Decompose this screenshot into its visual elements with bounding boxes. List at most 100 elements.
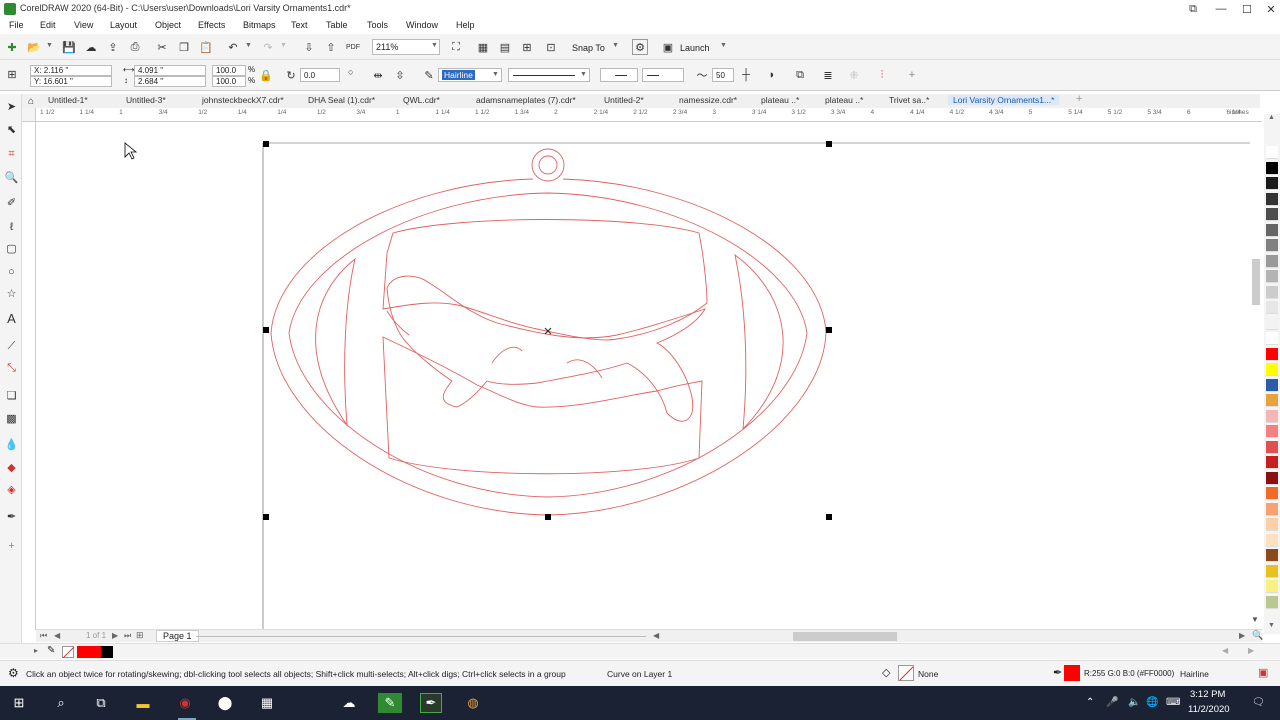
undo-caret-icon[interactable]: ▼ bbox=[245, 42, 252, 49]
scroll-down-icon[interactable]: ▼ bbox=[1251, 615, 1259, 624]
scale-width-field[interactable]: 100.0 bbox=[212, 65, 246, 76]
scale-height-field[interactable]: 100.0 bbox=[212, 76, 246, 87]
menu-tools[interactable]: Tools bbox=[367, 20, 388, 30]
palette-swatch[interactable] bbox=[1266, 409, 1278, 423]
doc-palette-swatch-2[interactable] bbox=[89, 646, 101, 658]
parallel-dimension-tool-icon[interactable]: ⟋ bbox=[3, 338, 20, 355]
menu-window[interactable]: Window bbox=[406, 20, 438, 30]
start-arrowhead-dropdown[interactable] bbox=[600, 68, 638, 82]
palette-scroll-down-icon[interactable]: ▼ bbox=[1268, 622, 1275, 629]
palette-swatch[interactable] bbox=[1266, 192, 1278, 206]
reverse-direction-icon[interactable]: ≣ bbox=[820, 67, 836, 83]
menu-file[interactable]: File bbox=[9, 20, 24, 30]
doc-tab-plateau-2[interactable]: plateau ..* bbox=[825, 95, 863, 105]
fill-bucket-icon[interactable]: ◇ bbox=[882, 666, 890, 679]
doc-palette-scroll-left-icon[interactable]: ◀ bbox=[1222, 646, 1228, 655]
x-position-field[interactable]: X: 2.116 " bbox=[30, 65, 112, 76]
rectangle-tool-icon[interactable]: ▢ bbox=[3, 240, 20, 257]
smoothing-slider-icon[interactable]: ┼ bbox=[738, 67, 754, 83]
launch-caret-icon[interactable]: ▼ bbox=[720, 42, 727, 49]
outline-pen-tool-icon[interactable]: ✒ bbox=[3, 508, 20, 525]
page-nav-prev-icon[interactable]: ◀ bbox=[54, 631, 60, 640]
doc-tab-trivet[interactable]: Trivet sa..* bbox=[889, 95, 929, 105]
palette-swatch[interactable] bbox=[1266, 549, 1278, 562]
menu-effects[interactable]: Effects bbox=[198, 20, 225, 30]
scroll-right-icon[interactable]: ▶ bbox=[1239, 631, 1245, 640]
crop-tool-icon[interactable]: ⌗ bbox=[3, 146, 20, 163]
cut-icon[interactable]: ✂ bbox=[154, 39, 170, 55]
menu-bitmaps[interactable]: Bitmaps bbox=[243, 20, 276, 30]
rotation-angle-field[interactable]: 0.0 bbox=[300, 68, 340, 82]
menu-table[interactable]: Table bbox=[326, 20, 348, 30]
transform-origin-icon[interactable]: ⊞ bbox=[4, 66, 20, 82]
close-curve-icon[interactable]: ◗ bbox=[764, 67, 780, 83]
outline-pen-icon[interactable]: ✎ bbox=[421, 67, 437, 83]
doc-palette-scroll-right-icon[interactable]: ▶ bbox=[1248, 646, 1254, 655]
rotation-icon[interactable]: ↻ bbox=[283, 67, 299, 83]
minimize-button[interactable]: — bbox=[1208, 0, 1234, 18]
open-recent-caret-icon[interactable]: ▼ bbox=[46, 42, 53, 49]
new-document-icon[interactable]: ✚ bbox=[4, 39, 20, 55]
full-screen-icon[interactable]: ⛶ bbox=[448, 39, 464, 55]
launch-label[interactable]: Launch bbox=[680, 43, 710, 53]
zoom-tool-icon[interactable]: 🔍 bbox=[3, 169, 20, 186]
vertical-scrollbar-thumb[interactable] bbox=[1252, 259, 1260, 305]
open-icon[interactable]: 📂 bbox=[26, 39, 42, 55]
keyboard-icon[interactable]: ⌨ bbox=[1166, 697, 1180, 708]
palette-swatch[interactable] bbox=[1266, 487, 1278, 500]
coreldraw-taskbar-icon[interactable]: ◉ bbox=[174, 693, 196, 713]
freehand-tool-icon[interactable]: ✐ bbox=[3, 194, 20, 211]
palette-swatch[interactable] bbox=[1266, 425, 1278, 438]
connector-tool-icon[interactable]: ⤡ bbox=[3, 360, 20, 377]
y-position-field[interactable]: Y: 16.601 " bbox=[30, 76, 112, 87]
show-guidelines-icon[interactable]: ⊞ bbox=[519, 39, 535, 55]
task-view-icon[interactable]: ⧉ bbox=[90, 693, 112, 713]
extract-nodes-icon[interactable]: ⁜ bbox=[846, 67, 862, 83]
maximize-button[interactable]: ☐ bbox=[1234, 0, 1260, 18]
status-settings-gear-icon[interactable]: ⚙ bbox=[8, 666, 19, 680]
end-arrowhead-dropdown[interactable] bbox=[642, 68, 684, 82]
smoothing-field[interactable]: 50 bbox=[712, 68, 734, 82]
drop-shadow-tool-icon[interactable]: ❏ bbox=[3, 387, 20, 404]
palette-swatch[interactable] bbox=[1266, 456, 1278, 469]
doc-tab-qwl[interactable]: QWL.cdr* bbox=[403, 95, 440, 105]
text-tool-icon[interactable]: A bbox=[3, 310, 20, 327]
doc-palette-swatch-1[interactable] bbox=[77, 646, 89, 658]
palette-swatch[interactable] bbox=[1266, 146, 1278, 159]
doc-palette-expand-icon[interactable]: ▸ bbox=[34, 646, 38, 655]
doc-tab-johnsteckbeck[interactable]: johnsteckbeckX7.cdr* bbox=[202, 95, 284, 105]
interactive-fill-tool-icon[interactable]: ◆ bbox=[3, 459, 20, 476]
pick-tool-icon[interactable]: ➤ bbox=[3, 98, 20, 115]
palette-swatch[interactable] bbox=[1266, 471, 1278, 485]
palette-swatch[interactable] bbox=[1266, 580, 1278, 593]
menu-help[interactable]: Help bbox=[456, 20, 475, 30]
ellipse-tool-icon[interactable]: ○ bbox=[3, 263, 20, 280]
vertical-scrollbar[interactable]: ▼ bbox=[1250, 123, 1262, 629]
palette-swatch[interactable] bbox=[1266, 533, 1278, 547]
publish-pdf-icon[interactable]: PDF bbox=[345, 39, 361, 55]
ruler-origin-icon[interactable] bbox=[22, 108, 36, 122]
add-page-icon[interactable]: ⊞ bbox=[136, 630, 144, 641]
height-field[interactable]: 2.684 " bbox=[134, 76, 206, 87]
palette-swatch[interactable] bbox=[1266, 347, 1278, 361]
polygon-tool-icon[interactable]: ☆ bbox=[3, 285, 20, 302]
zoom-level-field[interactable]: 211% bbox=[372, 39, 440, 55]
notifications-icon[interactable]: 🗨 bbox=[1252, 697, 1265, 708]
palette-swatch[interactable] bbox=[1266, 378, 1278, 392]
page-nav-first-icon[interactable]: ⏮ bbox=[40, 631, 47, 641]
clock-date[interactable]: 11/2/2020 bbox=[1188, 704, 1230, 715]
fill-none-swatch[interactable] bbox=[898, 665, 914, 681]
speaker-icon[interactable]: 🔈 bbox=[1128, 697, 1140, 708]
palette-swatch[interactable] bbox=[1266, 301, 1278, 314]
width-field[interactable]: 4.091 " bbox=[134, 65, 206, 76]
undo-icon[interactable]: ↶ bbox=[225, 39, 241, 55]
doc-palette-none-swatch[interactable] bbox=[62, 646, 75, 659]
transparency-tool-icon[interactable]: ▩ bbox=[3, 410, 20, 427]
snap-to-caret-icon[interactable]: ▼ bbox=[612, 42, 619, 49]
network-icon[interactable]: 🌐 bbox=[1146, 697, 1158, 708]
page-nav-last-icon[interactable]: ⏭ bbox=[124, 631, 131, 641]
snap-to-icon[interactable]: ⊡ bbox=[543, 39, 559, 55]
scroll-left-icon[interactable]: ◀ bbox=[653, 631, 659, 640]
menu-layout[interactable]: Layout bbox=[110, 20, 137, 30]
palette-swatch[interactable] bbox=[1266, 316, 1278, 330]
